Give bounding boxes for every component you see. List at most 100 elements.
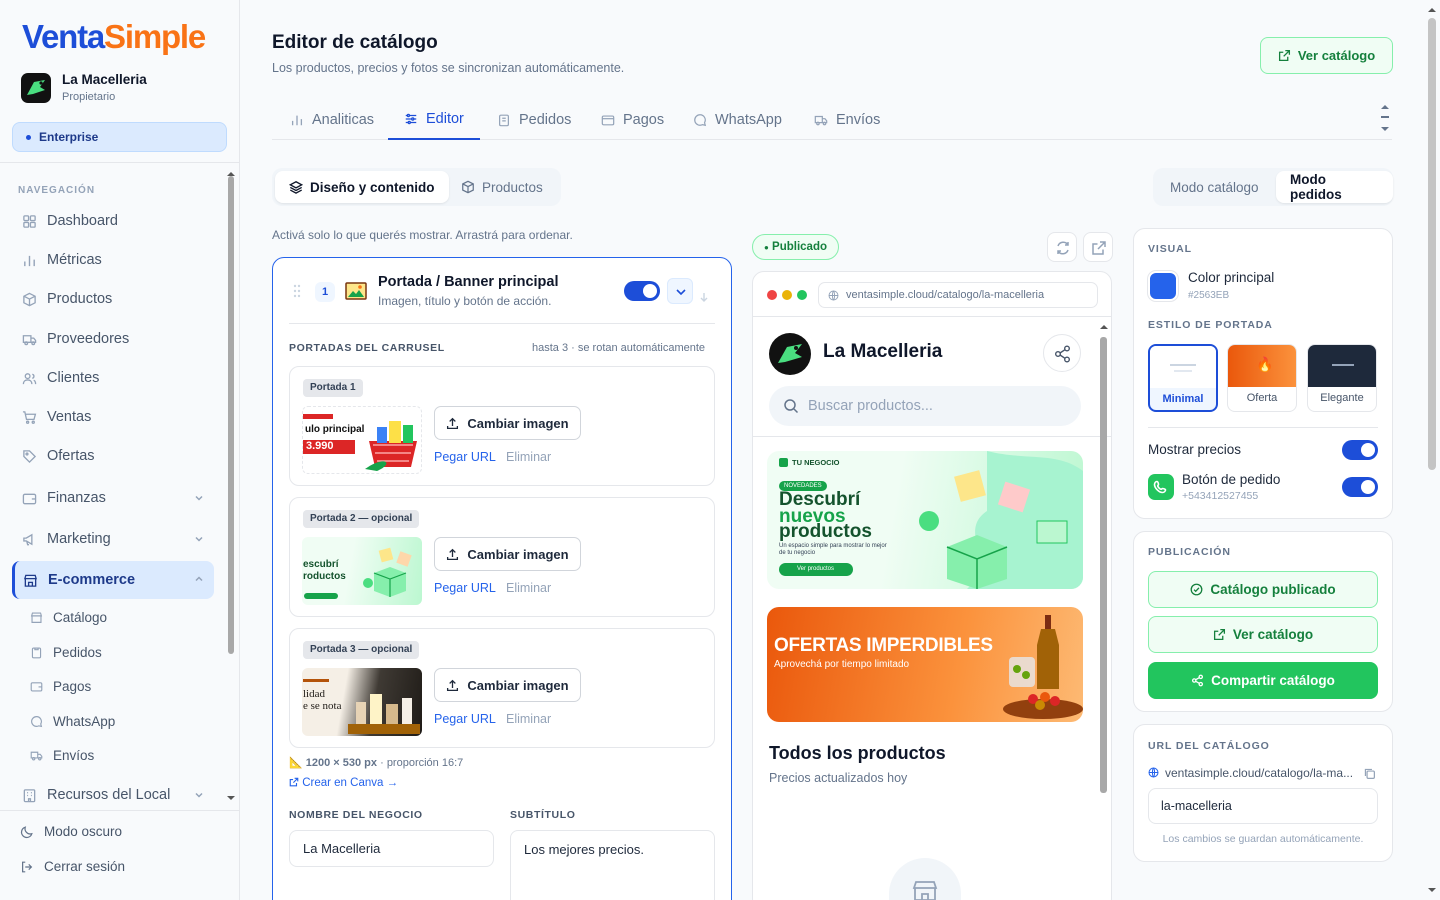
preview-scrollbar[interactable] (1100, 337, 1107, 793)
catalog-published-button[interactable]: Catálogo publicado (1148, 571, 1378, 608)
page-scrollbar[interactable] (1428, 18, 1436, 470)
drag-handle-icon[interactable] (292, 284, 302, 298)
dark-mode-toggle[interactable]: Modo oscuro (20, 824, 122, 839)
order-button-toggle[interactable] (1342, 477, 1378, 497)
preview-share-button[interactable] (1043, 334, 1081, 372)
basket-illustration (365, 421, 417, 471)
cart-icon (22, 410, 37, 424)
dark-mode-label: Modo oscuro (44, 824, 123, 839)
cover-thumb-text: escubrí (303, 559, 339, 570)
mode-orders[interactable]: Modo pedidos (1276, 171, 1393, 203)
sidebar-subitem-envios[interactable]: Envíos (30, 740, 210, 770)
copy-icon[interactable] (1363, 767, 1376, 780)
page-scroll-down[interactable] (1427, 886, 1437, 894)
move-down-icon[interactable] (699, 292, 709, 302)
sidebar-item-dashboard[interactable]: Dashboard (12, 203, 214, 239)
sidebar-item-productos[interactable]: Productos (12, 281, 214, 317)
box-icon (23, 292, 36, 306)
sidebar-item-ecommerce[interactable]: E-commerce (12, 561, 214, 599)
style-option-minimal[interactable]: Minimal (1148, 344, 1218, 412)
tab-editor[interactable]: Editor (388, 100, 480, 140)
tab-envios[interactable]: Envíos (798, 100, 896, 140)
expand-button[interactable] (667, 278, 693, 304)
page-scroll-up[interactable] (1427, 6, 1437, 14)
sidebar-subitem-whatsapp[interactable]: WhatsApp (30, 706, 210, 736)
show-prices-toggle[interactable] (1342, 440, 1378, 460)
delete-link[interactable]: Eliminar (506, 712, 551, 726)
paste-url-link[interactable]: Pegar URL (434, 450, 496, 464)
sidebar-item-marketing[interactable]: Marketing (12, 521, 214, 557)
business-name-input[interactable]: La Macelleria (289, 830, 494, 867)
sidebar-item-metricas[interactable]: Métricas (12, 242, 214, 278)
sidebar-item-label: E-commerce (48, 572, 136, 588)
canva-link[interactable]: Crear en Canva → (289, 777, 398, 789)
search-icon (784, 399, 799, 414)
cover-thumb-text: ulo principal (305, 424, 365, 435)
change-image-button[interactable]: Cambiar imagen (434, 406, 581, 440)
banner-kicker: TU NEGOCIO (792, 458, 840, 467)
preview-banner-2[interactable]: OFERTAS IMPERDIBLES Aprovechá por tiempo… (767, 607, 1083, 722)
sidebar-subitem-label: WhatsApp (53, 713, 116, 729)
subtab-products[interactable]: Productos (447, 171, 557, 203)
cover-thumbnail: escubrí roductos (302, 537, 422, 605)
refresh-preview-button[interactable] (1047, 232, 1077, 262)
delete-link[interactable]: Eliminar (506, 581, 551, 595)
sidebar-item-clientes[interactable]: Clientes (12, 360, 214, 396)
tab-pagos[interactable]: Pagos (585, 100, 680, 140)
section-toggle[interactable] (624, 281, 660, 301)
change-image-button[interactable]: Cambiar imagen (434, 537, 581, 571)
sidebar-item-ventas[interactable]: Ventas (12, 399, 214, 435)
view-catalog-button[interactable]: Ver catálogo (1260, 37, 1393, 74)
paste-url-link[interactable]: Pegar URL (434, 712, 496, 726)
sidebar-item-proveedores[interactable]: Proveedores (12, 321, 214, 357)
tab-bar: Analiticas Editor Pedidos Pagos WhatsApp… (272, 100, 1392, 140)
style-option-oferta[interactable]: 🔥 Oferta (1227, 344, 1297, 412)
open-preview-button[interactable] (1083, 232, 1113, 262)
paste-url-link[interactable]: Pegar URL (434, 581, 496, 595)
order-button-label: Botón de pedido (1182, 472, 1281, 487)
sidebar-subitem-pedidos[interactable]: Pedidos (30, 637, 210, 667)
mode-catalog[interactable]: Modo catálogo (1156, 171, 1273, 203)
preview-products-subtitle: Precios actualizados hoy (769, 771, 908, 785)
preview-search-input[interactable]: Buscar productos... (769, 386, 1081, 426)
sidebar-item-ofertas[interactable]: Ofertas (12, 438, 214, 474)
divider (1148, 427, 1378, 428)
clipboard-icon (31, 646, 42, 658)
style-option-elegante[interactable]: Elegante (1307, 344, 1377, 412)
color-swatch[interactable] (1148, 271, 1178, 301)
users-icon (22, 372, 37, 384)
view-catalog-side-button[interactable]: Ver catálogo (1148, 616, 1378, 653)
sliders-icon (405, 113, 417, 125)
catalog-url: ventasimple.cloud/catalogo/la-ma... (1165, 766, 1354, 780)
banner-cta: Ver productos (779, 563, 853, 576)
preview-banner-1[interactable]: TU NEGOCIO NOVEDADES Descubrí nuevos pro… (767, 451, 1083, 589)
tabs-scroll-icon[interactable] (1380, 103, 1390, 133)
scroll-down-arrow[interactable] (226, 794, 236, 802)
banner-title: OFERTAS IMPERDIBLES (774, 635, 993, 656)
delete-link[interactable]: Eliminar (506, 450, 551, 464)
subtab-design[interactable]: Diseño y contenido (275, 171, 449, 203)
app-logo[interactable]: VentaSimple (22, 18, 206, 56)
tab-pedidos[interactable]: Pedidos (481, 100, 587, 140)
canva-label: Crear en Canva → (302, 777, 399, 789)
subtitle-textarea[interactable]: Los mejores precios. (510, 830, 715, 900)
chevron-down-icon (195, 792, 203, 798)
sidebar-subitem-pagos[interactable]: Pagos (30, 671, 210, 701)
preview-scroll-up[interactable] (1099, 323, 1109, 331)
share-catalog-button[interactable]: Compartir catálogo (1148, 662, 1378, 699)
dimensions-value: 1200 × 530 px (305, 757, 378, 769)
sidebar-item-recursos[interactable]: Recursos del Local (12, 777, 214, 813)
external-link-icon (1278, 49, 1290, 62)
tab-whatsapp[interactable]: WhatsApp (677, 100, 798, 140)
page-title: Editor de catálogo (272, 32, 438, 53)
logout-button[interactable]: Cerrar sesión (20, 859, 125, 874)
sidebar-item-finanzas[interactable]: Finanzas (12, 480, 214, 516)
cover-item: Portada 2 — opcional escubrí roductos Ca… (289, 497, 715, 617)
color-label: Color principal (1188, 270, 1275, 285)
change-image-button[interactable]: Cambiar imagen (434, 668, 581, 702)
tab-analiticas[interactable]: Analiticas (274, 100, 390, 140)
sidebar-subitem-catalogo[interactable]: Catálogo (30, 602, 210, 632)
slug-input[interactable]: la-macelleria (1148, 788, 1378, 824)
sidebar-scrollbar[interactable] (228, 176, 234, 654)
sidebar-item-label: Dashboard (47, 213, 118, 229)
